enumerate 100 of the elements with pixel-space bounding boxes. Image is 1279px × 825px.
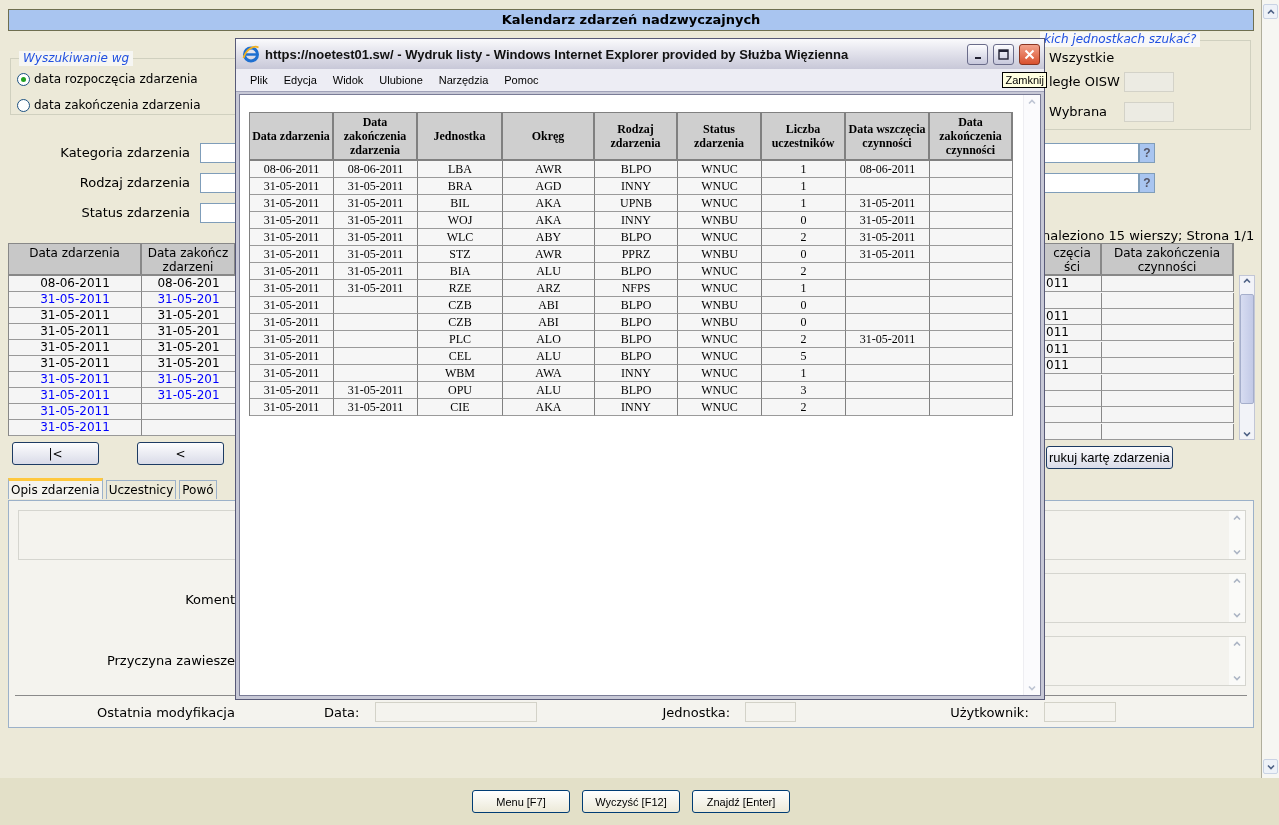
table-cell: LBA <box>418 161 503 178</box>
table-cell: 0 <box>762 212 846 229</box>
table-cell[interactable] <box>1102 325 1234 342</box>
table-cell: ALU <box>503 348 595 365</box>
text-area[interactable] <box>18 510 235 560</box>
table-cell: 31-05-2011 <box>250 297 334 314</box>
menu-item[interactable]: Edycja <box>275 70 325 90</box>
input-field[interactable] <box>1044 173 1139 193</box>
scrollbar[interactable] <box>1262 0 1279 778</box>
table-cell: WNUC <box>678 229 762 246</box>
table-cell: AKA <box>503 399 595 416</box>
table-cell: AWA <box>503 365 595 382</box>
table-cell: 31-05-2011 <box>846 195 930 212</box>
table-cell[interactable]: 31-05-2011 <box>9 292 142 308</box>
radio-button[interactable] <box>17 98 30 112</box>
table-cell: 31-05-2011 <box>250 212 334 229</box>
footer-button[interactable]: Wyczyść [F12] <box>582 790 680 813</box>
footer-button[interactable]: Znajdź [Enter] <box>692 790 790 813</box>
table-cell[interactable]: 31-05-2011 <box>9 324 142 340</box>
scroll-down-icon[interactable] <box>1242 429 1252 439</box>
table-cell[interactable] <box>1102 423 1234 440</box>
table-cell[interactable] <box>1102 390 1234 407</box>
column-header: Data zdarzenia <box>250 113 334 161</box>
table-cell: 31-05-2011 <box>846 229 930 246</box>
print-button[interactable]: rukuj kartę zdarzenia <box>1046 446 1173 469</box>
table-cell[interactable]: 31-05-2011 <box>9 372 142 388</box>
table-cell[interactable]: 31-05-2011 <box>9 388 142 404</box>
table-cell[interactable] <box>1102 292 1234 309</box>
close-button[interactable] <box>1019 43 1040 65</box>
table-cell[interactable] <box>1102 276 1234 293</box>
nav-button[interactable]: |< <box>12 442 99 465</box>
menu-item[interactable]: Ulubione <box>371 70 431 90</box>
table-cell: 08-06-2011 <box>250 161 334 178</box>
radio-button[interactable] <box>17 72 30 86</box>
table-cell[interactable] <box>1102 407 1234 424</box>
table-cell: ALU <box>503 382 595 399</box>
tab[interactable]: Powó <box>179 480 217 499</box>
table-cell[interactable]: 31-05-2011 <box>9 356 142 372</box>
menu-item[interactable]: Pomoc <box>496 70 547 90</box>
table-cell: WNUC <box>678 263 762 280</box>
radio-label[interactable]: data zakończenia zdarzenia <box>34 98 201 112</box>
table-cell: 31-05-2011 <box>250 314 334 331</box>
table-cell: 31-05-2011 <box>250 365 334 382</box>
radio-label[interactable]: data rozpoczęcia zdarzenia <box>34 72 198 86</box>
column-header: Liczba uczestników <box>762 113 846 161</box>
column-header: Okręg <box>503 113 595 161</box>
input-field[interactable] <box>200 203 235 223</box>
minimize-button[interactable] <box>967 43 988 65</box>
table-cell[interactable]: 31-05-2011 <box>9 308 142 324</box>
input-field[interactable] <box>200 143 235 163</box>
input-field <box>745 702 797 722</box>
table-cell: INNY <box>595 365 678 382</box>
menu-item[interactable]: Plik <box>242 70 276 90</box>
radio-label[interactable]: Wybrana <box>1049 105 1124 119</box>
table-cell[interactable]: 31-05-2011 <box>9 340 142 356</box>
table-cell[interactable] <box>1102 358 1234 375</box>
maximize-button[interactable] <box>993 43 1014 65</box>
table-cell: 0 <box>762 297 846 314</box>
input-field[interactable] <box>1044 143 1139 163</box>
table-cell: WNUC <box>678 280 762 297</box>
table-cell: WNBU <box>678 212 762 229</box>
footer-button[interactable]: Menu [F7] <box>472 790 570 813</box>
radio-label[interactable]: ległe OISW <box>1049 75 1124 89</box>
table-cell[interactable] <box>1102 309 1234 326</box>
table-cell: OPU <box>418 382 503 399</box>
nav-button[interactable]: < <box>137 442 224 465</box>
table-cell: PLC <box>418 331 503 348</box>
table-cell: 1 <box>762 280 846 297</box>
tab[interactable]: Opis zdarzenia <box>8 478 103 499</box>
field-label: Użytkownik: <box>950 704 1029 720</box>
scrollbar[interactable] <box>1239 275 1255 440</box>
help-button[interactable]: ? <box>1139 173 1155 193</box>
table-cell: AWR <box>503 161 595 178</box>
table-cell[interactable]: 31-05-2011 <box>9 404 142 420</box>
tab[interactable]: Uczestnicy <box>105 480 177 499</box>
table-cell: BLPO <box>595 348 678 365</box>
table-cell: 1 <box>762 161 846 178</box>
table-cell: WOJ <box>418 212 503 229</box>
table-cell: CEL <box>418 348 503 365</box>
table-cell: 0 <box>762 314 846 331</box>
input-field[interactable] <box>200 173 235 193</box>
table-cell[interactable]: 31-05-2011 <box>9 420 142 436</box>
radio-label[interactable]: Wszystkie <box>1049 51 1124 65</box>
scroll-up-icon[interactable] <box>1242 276 1252 286</box>
table-cell: 31-05-2011 <box>846 212 930 229</box>
table-cell: 31-05-2011 <box>334 178 418 195</box>
table-cell[interactable] <box>1102 374 1234 391</box>
table-cell: 08-06-2011 <box>846 161 930 178</box>
field-label: Rodzaj zdarzenia <box>78 174 190 192</box>
table-cell[interactable]: 08-06-2011 <box>9 276 142 292</box>
table-cell[interactable] <box>1102 341 1234 358</box>
menu-item[interactable]: Narzędzia <box>430 70 497 90</box>
menu-item[interactable]: Widok <box>324 70 372 90</box>
table-cell: BIL <box>418 195 503 212</box>
table-cell: AGD <box>503 178 595 195</box>
table-cell: 1 <box>762 195 846 212</box>
group-legend: kich jednostkach szukać? <box>1040 32 1201 47</box>
field-label: Kategoria zdarzenia <box>59 144 190 162</box>
help-button[interactable]: ? <box>1139 143 1155 163</box>
browser-icon <box>242 45 260 63</box>
